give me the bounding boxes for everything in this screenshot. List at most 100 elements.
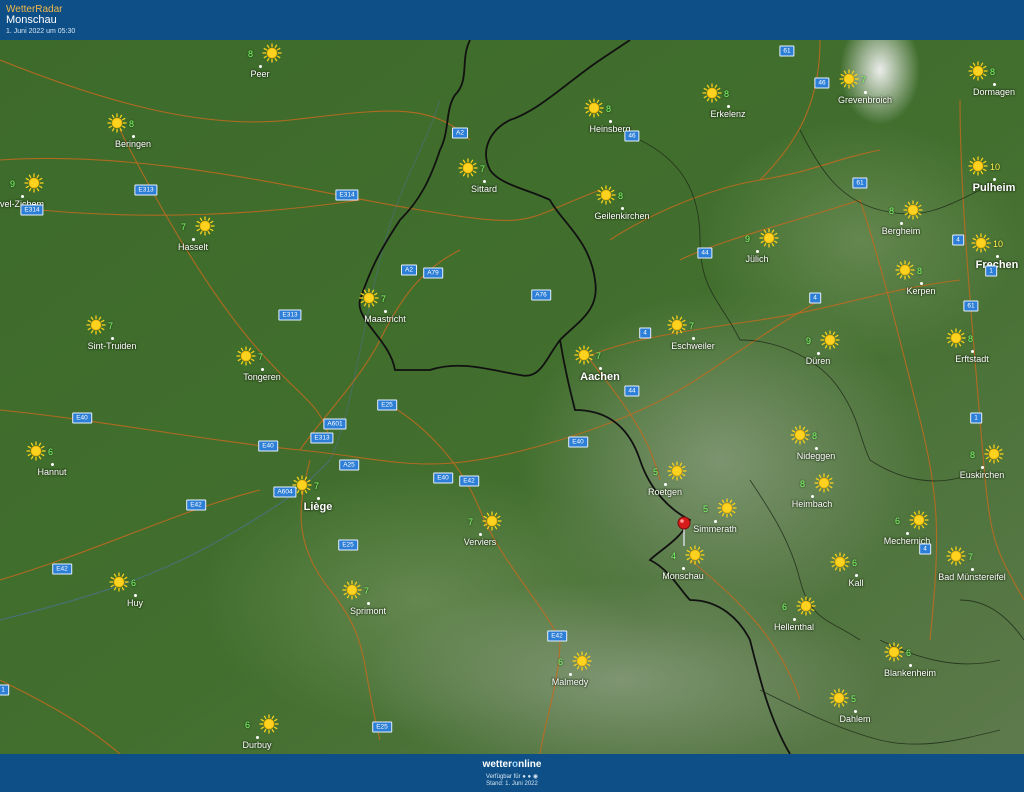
city-dot: [132, 135, 135, 138]
sun-icon: [790, 425, 810, 445]
city-dot: [906, 532, 909, 535]
city-label-li-ge[interactable]: Liège: [304, 501, 333, 513]
road-shield: 61: [852, 177, 868, 189]
road-shield: 61: [963, 300, 979, 312]
road-shield: A79: [423, 267, 443, 279]
temperature-value: 7: [314, 481, 320, 491]
city-label-huy[interactable]: Huy: [127, 598, 143, 608]
sun-icon: [24, 173, 44, 193]
sun-icon: [895, 260, 915, 280]
sun-icon: [814, 473, 834, 493]
road-shield: E25: [377, 399, 397, 411]
city-label-maastricht[interactable]: Maastricht: [364, 314, 406, 324]
sun-icon: [109, 572, 129, 592]
road-shield: 46: [814, 77, 830, 89]
city-label-roetgen[interactable]: Roetgen: [648, 487, 682, 497]
city-label-dormagen[interactable]: Dormagen: [973, 87, 1015, 97]
road-shield: E42: [52, 563, 72, 575]
road-shield: E42: [547, 630, 567, 642]
city-label-kerpen[interactable]: Kerpen: [906, 286, 935, 296]
city-label-durbuy[interactable]: Durbuy: [242, 740, 271, 750]
city-dot: [367, 602, 370, 605]
app-header: WetterRadar Monschau 1. Juni 2022 um 05:…: [0, 0, 1024, 41]
city-label-aachen[interactable]: Aachen: [580, 371, 620, 383]
city-dot: [971, 568, 974, 571]
road-shield: A2: [452, 127, 468, 139]
road-shield: 61: [779, 45, 795, 57]
city-dot: [993, 83, 996, 86]
city-dot: [483, 180, 486, 183]
city-label-erkelenz[interactable]: Erkelenz: [710, 109, 745, 119]
road-shield: E314: [335, 189, 359, 201]
city-label-blankenheim[interactable]: Blankenheim: [884, 668, 936, 678]
city-label-peer[interactable]: Peer: [250, 69, 269, 79]
city-label-j-lich[interactable]: Jülich: [745, 254, 768, 264]
weather-map[interactable]: Peer8Beringen8vel-Zichem9Hasselt7Sint-Tr…: [0, 40, 1024, 754]
temperature-value: 7: [968, 552, 974, 562]
road-shield: A2: [401, 264, 417, 276]
sun-icon: [359, 288, 379, 308]
city-label-dahlem[interactable]: Dahlem: [839, 714, 870, 724]
temperature-value: 6: [782, 602, 788, 612]
city-dot: [261, 368, 264, 371]
temperature-value: 7: [596, 351, 602, 361]
road-shield: E313: [278, 309, 302, 321]
city-label-sprimont[interactable]: Sprimont: [350, 606, 386, 616]
city-label-sittard[interactable]: Sittard: [471, 184, 497, 194]
city-label-beringen[interactable]: Beringen: [115, 139, 151, 149]
brand-logo[interactable]: wetteronline: [0, 759, 1024, 770]
city-label-heimbach[interactable]: Heimbach: [792, 499, 833, 509]
sun-icon: [830, 552, 850, 572]
city-label-nideggen[interactable]: Nideggen: [797, 451, 836, 461]
city-dot: [714, 520, 717, 523]
city-label-bad-m-nstereifel[interactable]: Bad Münstereifel: [938, 572, 1006, 582]
sun-icon: [584, 98, 604, 118]
city-label-malmedy[interactable]: Malmedy: [552, 677, 589, 687]
timestamp: 1. Juni 2022 um 05:30: [6, 28, 76, 35]
temperature-value: 8: [812, 431, 818, 441]
city-label-sint-truiden[interactable]: Sint-Truiden: [88, 341, 137, 351]
city-label-grevenbroich[interactable]: Grevenbroich: [838, 95, 892, 105]
city-label-hannut[interactable]: Hannut: [37, 467, 66, 477]
temperature-value: 6: [131, 578, 137, 588]
temperature-value: 8: [970, 450, 976, 460]
city-label-simmerath[interactable]: Simmerath: [693, 524, 737, 534]
road-shield: 4: [919, 543, 931, 555]
city-label-pulheim[interactable]: Pulheim: [973, 182, 1016, 194]
sun-icon: [839, 69, 859, 89]
city-label-euskirchen[interactable]: Euskirchen: [960, 470, 1005, 480]
city-label-hellenthal[interactable]: Hellenthal: [774, 622, 814, 632]
city-label-d-ren[interactable]: Düren: [806, 356, 831, 366]
city-label-tongeren[interactable]: Tongeren: [243, 372, 281, 382]
city-dot: [996, 255, 999, 258]
city-label-hasselt[interactable]: Hasselt: [178, 242, 208, 252]
sun-icon: [968, 156, 988, 176]
city-dot: [256, 736, 259, 739]
city-dot: [855, 574, 858, 577]
sun-icon: [829, 688, 849, 708]
city-label-frechen[interactable]: Frechen: [976, 259, 1019, 271]
sun-icon: [342, 580, 362, 600]
sun-icon: [971, 233, 991, 253]
city-label-erftstadt[interactable]: Erftstadt: [955, 354, 989, 364]
city-dot: [664, 483, 667, 486]
sun-icon: [946, 546, 966, 566]
road-shield: 1: [970, 412, 982, 424]
temperature-value: 6: [906, 648, 912, 658]
city-dot: [599, 367, 602, 370]
city-label-monschau[interactable]: Monschau: [662, 571, 704, 581]
city-label-eschweiler[interactable]: Eschweiler: [671, 341, 715, 351]
city-dot: [21, 195, 24, 198]
temperature-value: 7: [108, 321, 114, 331]
city-label-verviers[interactable]: Verviers: [464, 537, 497, 547]
sun-icon: [26, 441, 46, 461]
road-shield: 1: [0, 684, 9, 696]
city-label-bergheim[interactable]: Bergheim: [882, 226, 921, 236]
sun-icon: [884, 642, 904, 662]
road-shield: A604: [273, 486, 297, 498]
city-label-kall[interactable]: Kall: [848, 578, 863, 588]
sun-icon: [796, 596, 816, 616]
sun-icon: [458, 158, 478, 178]
city-label-geilenkirchen[interactable]: Geilenkirchen: [594, 211, 649, 221]
brand-part2: nline: [518, 759, 542, 770]
